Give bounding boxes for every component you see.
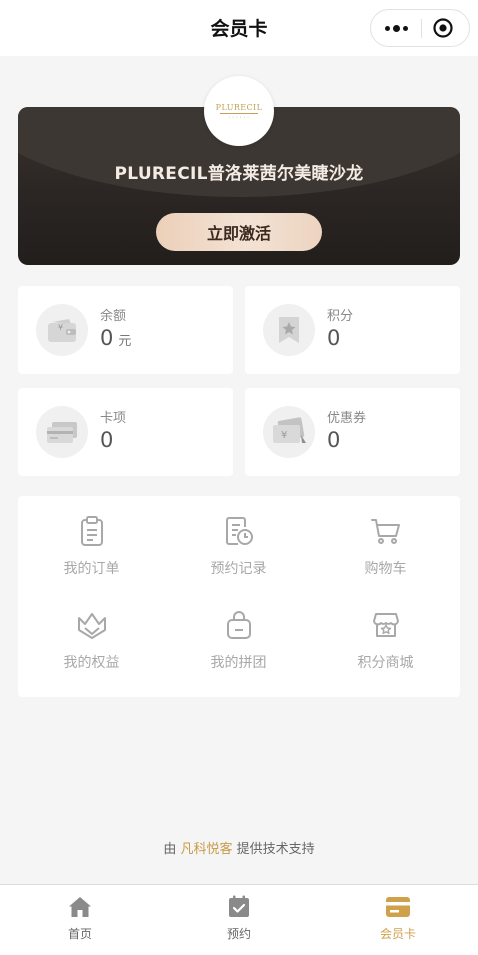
menu-item-label: 积分商城 [357, 655, 414, 671]
dot [402, 25, 408, 31]
credit-prefix: 由 [163, 842, 177, 857]
menu-item-benefits[interactable]: 我的权益 [18, 590, 165, 680]
balance-value-row: 0元 [100, 326, 131, 350]
menu-item-label: 预约记录 [210, 561, 267, 577]
clipboard-icon [75, 514, 109, 548]
wallet-icon: ¥ [36, 304, 88, 356]
dot [392, 24, 400, 32]
menu-item-points-mall[interactable]: 积分商城 [312, 590, 459, 680]
menu-item-orders[interactable]: 我的订单 [18, 496, 165, 586]
feature-menu: 我的订单 预约记录 购物车 我的权益 我的拼团 积分商城 [18, 496, 460, 697]
cards-value: 0 [100, 428, 114, 452]
tab-bar: 首页 预约 会员卡 [0, 884, 478, 955]
credit-suffix: 提供技术支持 [236, 842, 315, 857]
mini-program-capsule [370, 9, 470, 47]
tab-label: 会员卡 [379, 927, 416, 941]
cards-label: 卡项 [100, 411, 127, 426]
cart-icon [369, 514, 403, 548]
card-items-box[interactable]: 卡项 0 [18, 388, 233, 476]
brand-name: PLURECIL普洛莱茜尔美睫沙龙 [114, 164, 364, 184]
more-menu-button[interactable] [371, 10, 421, 46]
home-icon [67, 894, 93, 920]
calendar-check-icon [226, 894, 252, 920]
member-card-icon [385, 894, 411, 920]
tab-label: 预约 [226, 927, 251, 941]
points-value: 0 [327, 326, 341, 350]
credit-company-link[interactable]: 凡科悦客 [180, 842, 232, 857]
tab-appointment[interactable]: 预约 [159, 885, 319, 955]
menu-item-label: 购物车 [364, 561, 407, 577]
tech-support-credit: 由 凡科悦客 提供技术支持 [0, 838, 478, 857]
coupons-box[interactable]: ¥ 优惠券 0 [245, 388, 460, 476]
menu-item-cart[interactable]: 购物车 [312, 496, 459, 586]
target-icon [433, 18, 453, 38]
menu-item-label: 我的权益 [63, 655, 120, 671]
balance-label: 余额 [100, 309, 127, 324]
nav-header: 会员卡 [0, 0, 478, 56]
svg-text:¥: ¥ [58, 323, 63, 332]
crown-icon [75, 608, 109, 642]
menu-item-label: 我的拼团 [210, 655, 267, 671]
logo-line [220, 113, 258, 114]
schedule-record-icon [222, 514, 256, 548]
balance-box[interactable]: ¥ 余额 0元 [18, 286, 233, 374]
shop-icon [369, 608, 403, 642]
balance-unit: 元 [118, 334, 132, 349]
svg-text:¥: ¥ [281, 430, 287, 441]
dot [384, 25, 390, 31]
close-program-button[interactable] [421, 10, 465, 46]
points-label: 积分 [327, 309, 354, 324]
tab-label: 首页 [67, 927, 92, 941]
coupons-label: 优惠券 [327, 411, 367, 426]
points-box[interactable]: 积分 0 [245, 286, 460, 374]
menu-item-appointments[interactable]: 预约记录 [165, 496, 312, 586]
logo-subtext: • • • • • • [228, 115, 250, 119]
points-icon [263, 304, 315, 356]
balance-value: 0 [100, 326, 114, 350]
activate-button[interactable]: 立即激活 [156, 213, 322, 251]
card-icon [36, 406, 88, 458]
tab-home[interactable]: 首页 [0, 885, 160, 955]
logo-text: PLURECIL [215, 103, 263, 112]
bag-icon [222, 608, 256, 642]
coupon-icon: ¥ [263, 406, 315, 458]
brand-logo: PLURECIL • • • • • • [204, 76, 274, 146]
coupons-value: 0 [327, 428, 341, 452]
menu-item-group-buy[interactable]: 我的拼团 [165, 590, 312, 680]
tab-member-card[interactable]: 会员卡 [318, 885, 478, 955]
menu-item-label: 我的订单 [63, 561, 120, 577]
